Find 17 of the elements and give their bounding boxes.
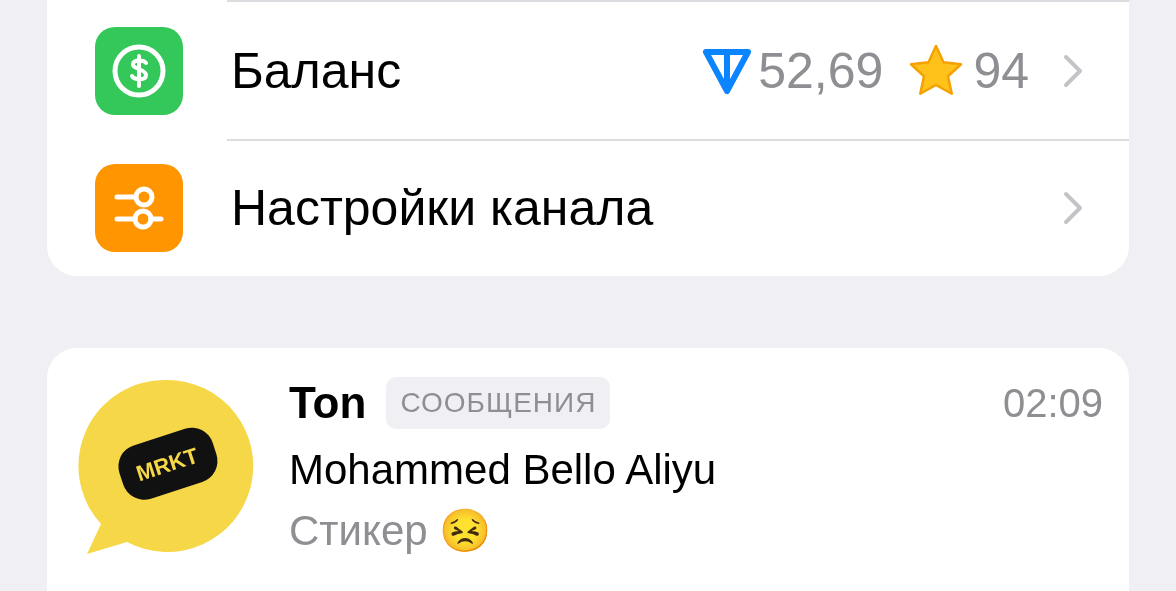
settings-row[interactable]: Настройки канала bbox=[47, 139, 1129, 276]
sender-name: Mohammed Bello Aliyu bbox=[289, 446, 718, 494]
stars-amount: 94 bbox=[973, 41, 1029, 100]
diamond-icon bbox=[702, 46, 753, 95]
sliders-icon bbox=[95, 163, 183, 252]
row-label: Настройки канала bbox=[231, 178, 655, 237]
chat-card[interactable]: MRKT Ton СООБЩЕНИЯ 02:09 Mohammed Bello Aliyu Стикер 😣 bbox=[47, 348, 1129, 591]
ton-amount: 52,69 bbox=[758, 41, 884, 100]
dollar-icon bbox=[95, 26, 183, 115]
chevron-icon bbox=[1063, 53, 1083, 88]
message-time: 02:09 bbox=[1002, 380, 1103, 426]
chat-name: Ton bbox=[289, 378, 367, 428]
settings-row[interactable]: Баланс 52,69 94 bbox=[47, 2, 1129, 139]
chat-tag: СООБЩЕНИЯ bbox=[386, 377, 611, 429]
message-preview: Стикер 😣 bbox=[289, 506, 493, 555]
row-label: Баланс bbox=[231, 41, 403, 100]
chevron-icon bbox=[1063, 190, 1083, 225]
